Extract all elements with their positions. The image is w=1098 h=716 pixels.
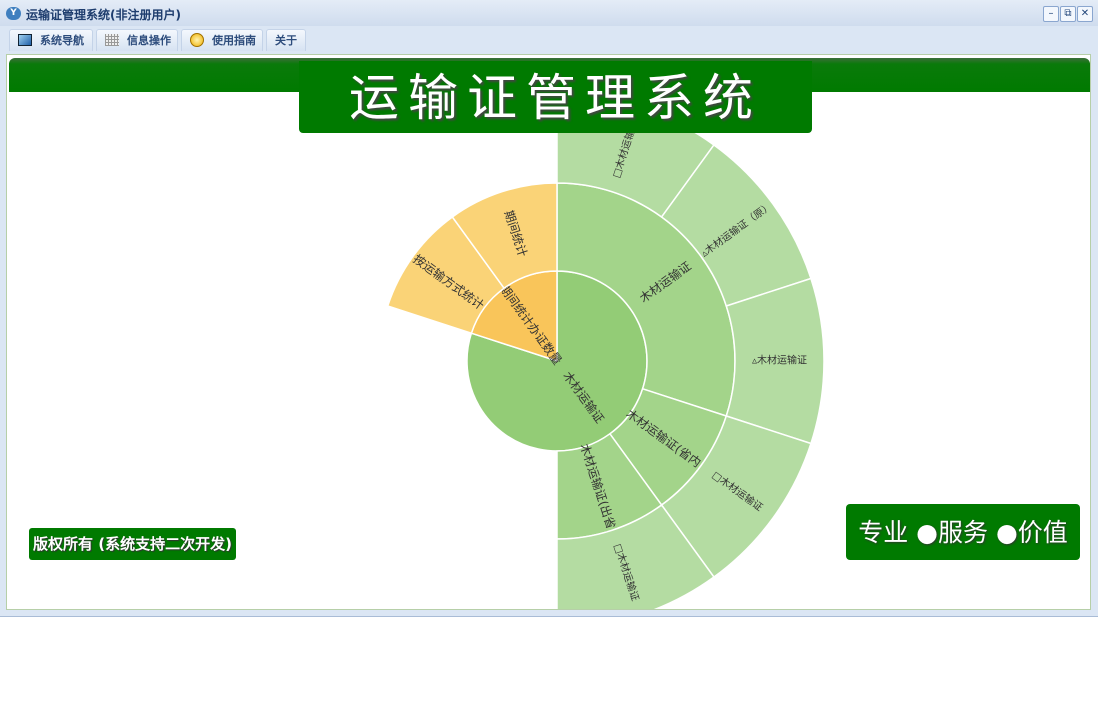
page-title: 运输证管理系统 [299, 61, 812, 133]
app-window: Y 运输证管理系统(非注册用户) – ⧉ ✕ 系统导航 信息操作 使用指南 关于… [0, 0, 1098, 617]
grid-icon [105, 34, 119, 46]
monitor-icon [18, 34, 32, 46]
help-icon [190, 33, 204, 47]
slogan-label: 专业 ●服务 ●价值 [846, 504, 1080, 560]
minimize-button[interactable]: – [1043, 6, 1059, 22]
tab-user-guide[interactable]: 使用指南 [181, 29, 263, 51]
restore-button[interactable]: ⧉ [1060, 6, 1076, 22]
app-logo-icon: Y [6, 7, 21, 20]
tab-info-ops[interactable]: 信息操作 [96, 29, 178, 51]
close-button[interactable]: ✕ [1077, 6, 1093, 22]
sunburst-label: ▵木材运输证 [752, 354, 807, 367]
tab-label: 信息操作 [127, 34, 171, 47]
tab-about[interactable]: 关于 [266, 29, 306, 51]
tab-label: 系统导航 [40, 34, 84, 47]
window-title: 运输证管理系统(非注册用户) [26, 8, 181, 22]
title-bar: Y 运输证管理系统(非注册用户) – ⧉ ✕ [0, 0, 1098, 26]
tab-system-nav[interactable]: 系统导航 [9, 29, 93, 51]
copyright-label: 版权所有 (系统支持二次开发) [29, 528, 236, 560]
tab-label: 关于 [275, 34, 297, 47]
main-panel: 运输证管理系统 木材运输证 期间统计办证数量 木材运输证 木材运输证(省内) 木材运输证… [6, 54, 1091, 610]
tab-label: 使用指南 [212, 34, 256, 47]
